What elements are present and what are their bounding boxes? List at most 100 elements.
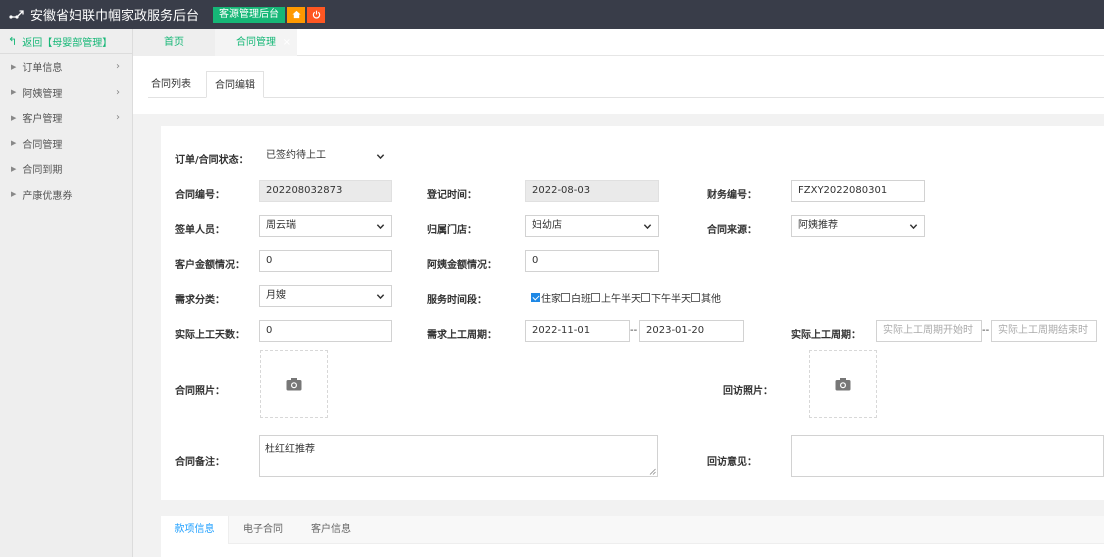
caret-right-icon: ▶ <box>11 139 17 148</box>
chevron-down-icon <box>376 216 385 236</box>
store-select[interactable]: 妇幼店 <box>525 215 659 237</box>
demand-type-label: 需求分类： <box>175 295 225 306</box>
sidebar-item-label: 产康优惠券 <box>22 190 73 202</box>
sidebar-item-coupons[interactable]: ▶ 产康优惠券 <box>0 182 132 208</box>
demand-period-start-field[interactable]: 2022-11-01 <box>525 320 630 342</box>
checkbox-afternoon[interactable] <box>641 293 650 302</box>
resize-handle-icon[interactable] <box>649 468 656 475</box>
checkbox-live-in[interactable] <box>531 293 540 302</box>
app-title: 安徽省妇联巾帼家政服务后台 <box>30 9 200 24</box>
camera-icon <box>286 378 302 391</box>
tab-home[interactable]: 首页 <box>133 29 215 56</box>
chevron-down-icon <box>376 286 385 306</box>
contract-no-field[interactable]: 202208032873 <box>259 180 392 202</box>
checkbox-morning[interactable] <box>591 293 600 302</box>
date-range-separator: -- <box>982 325 990 336</box>
checkbox-label: 白班 <box>571 294 591 305</box>
sidebar-item-label: 阿姨管理 <box>22 88 63 100</box>
remark-value: 杜红红推荐 <box>265 444 315 455</box>
sidebar-item-label: 订单信息 <box>22 63 63 75</box>
demand-type-value: 月嫂 <box>266 290 286 301</box>
service-period-label: 服务时间段： <box>427 295 487 306</box>
module-switch-button[interactable]: 客源管理后台 <box>213 6 286 23</box>
home-button[interactable] <box>287 6 306 23</box>
status-select[interactable]: 已签约待上工 <box>259 145 392 167</box>
actual-period-end-field[interactable]: 实际上工周期结束时 <box>991 320 1097 342</box>
remark-textarea[interactable]: 杜红红推荐 <box>259 435 658 477</box>
register-time-field[interactable]: 2022-08-03 <box>525 180 659 202</box>
checkbox-label: 住家 <box>541 294 561 305</box>
sidebar-item-nannies[interactable]: ▶ 阿姨管理 › <box>0 80 132 106</box>
actual-days-label: 实际上工天数： <box>175 330 245 341</box>
caret-right-icon: ▶ <box>11 164 17 173</box>
customer-amount-label: 客户金额情况： <box>175 260 245 271</box>
status-value: 已签约待上工 <box>266 150 326 161</box>
tab-contract-edit[interactable]: 合同编辑 <box>206 71 264 98</box>
checkbox-label: 其他 <box>701 294 721 305</box>
sub-tab-bar: 合同列表 合同编辑 <box>133 56 1104 114</box>
customer-amount-field[interactable]: 0 <box>259 250 392 272</box>
main-content: 合同列表 合同编辑 订单/合同状态： 已签约待上工 合同编号： 20220803… <box>133 56 1104 557</box>
sidebar-item-contract-expiry[interactable]: ▶ 合同到期 <box>0 156 132 182</box>
nanny-amount-label: 阿姨金额情况： <box>427 260 497 271</box>
signer-label: 签单人员： <box>175 225 225 236</box>
sidebar-back-label: 返回【母婴部管理】 <box>22 37 113 49</box>
caret-right-icon: ▶ <box>11 88 17 97</box>
power-icon <box>312 10 320 18</box>
finance-no-field[interactable]: FZXY2022080301 <box>791 180 925 202</box>
sidebar-item-orders[interactable]: ▶ 订单信息 › <box>0 54 132 80</box>
store-label: 归属门店： <box>427 225 477 236</box>
chevron-down-icon <box>376 146 385 166</box>
close-icon[interactable]: × <box>283 29 291 56</box>
detail-tab-bar: 款项信息 电子合同 客户信息 <box>161 516 1104 544</box>
tab-contract-list[interactable]: 合同列表 <box>151 71 191 98</box>
visit-photo-upload[interactable] <box>809 350 877 418</box>
tab-customer-info[interactable]: 客户信息 <box>311 516 351 544</box>
nanny-amount-field[interactable]: 0 <box>525 250 659 272</box>
chevron-right-icon: › <box>116 86 120 98</box>
tab-payment-info[interactable]: 款项信息 <box>161 516 229 544</box>
demand-period-label: 需求上工周期： <box>427 330 497 341</box>
tab-e-contract[interactable]: 电子合同 <box>243 516 283 544</box>
caret-right-icon: ▶ <box>11 113 17 122</box>
checkbox-label: 下午半天 <box>651 294 691 305</box>
contract-detail-panel: 款项信息 电子合同 客户信息 <box>161 516 1104 557</box>
top-bar: 安徽省妇联巾帼家政服务后台 客源管理后台 <box>0 0 1104 29</box>
contract-photo-label: 合同照片： <box>175 386 225 397</box>
caret-right-icon: ▶ <box>11 190 17 199</box>
signer-select[interactable]: 周云瑞 <box>259 215 392 237</box>
sidebar-item-contracts[interactable]: ▶ 合同管理 <box>0 131 132 157</box>
logout-button[interactable] <box>307 6 326 23</box>
source-label: 合同来源： <box>707 225 757 236</box>
remark-label: 合同备注： <box>175 457 225 468</box>
visit-opinion-label: 回访意见： <box>707 457 757 468</box>
store-value: 妇幼店 <box>532 220 562 231</box>
contract-no-label: 合同编号： <box>175 190 225 201</box>
date-range-separator: -- <box>630 325 638 336</box>
actual-period-start-field[interactable]: 实际上工周期开始时 <box>876 320 982 342</box>
sidebar-item-label: 客户管理 <box>22 114 63 126</box>
service-period-checkbox-group: 住家 白班 上午半天 下午半天 其他 <box>531 290 721 305</box>
actual-days-field[interactable]: 0 <box>259 320 392 342</box>
checkbox-other[interactable] <box>691 293 700 302</box>
checkbox-day-shift[interactable] <box>561 293 570 302</box>
sidebar-item-customers[interactable]: ▶ 客户管理 › <box>0 105 132 131</box>
sidebar-back-link[interactable]: ↰ 返回【母婴部管理】 <box>0 29 132 54</box>
visit-opinion-textarea[interactable] <box>791 435 1104 477</box>
sidebar-item-label: 合同管理 <box>22 139 63 151</box>
register-time-label: 登记时间： <box>427 190 477 201</box>
sub-tab-divider <box>148 97 1104 98</box>
contract-photo-upload[interactable] <box>260 350 328 418</box>
checkbox-label: 上午半天 <box>601 294 641 305</box>
demand-period-end-field[interactable]: 2023-01-20 <box>639 320 744 342</box>
contract-edit-form: 订单/合同状态： 已签约待上工 合同编号： 202208032873 登记时间：… <box>161 126 1104 500</box>
tab-contract-management[interactable]: 合同管理 × <box>215 29 297 56</box>
actual-period-label: 实际上工周期： <box>791 330 861 341</box>
finance-no-label: 财务编号： <box>707 190 757 201</box>
home-icon <box>291 10 301 18</box>
chevron-down-icon <box>909 216 918 236</box>
demand-type-select[interactable]: 月嫂 <box>259 285 392 307</box>
sidebar: ↰ 返回【母婴部管理】 ▶ 订单信息 › ▶ 阿姨管理 › ▶ 客户管理 › ▶… <box>0 29 133 557</box>
chevron-right-icon: › <box>116 61 120 72</box>
source-select[interactable]: 阿姨推荐 <box>791 215 925 237</box>
